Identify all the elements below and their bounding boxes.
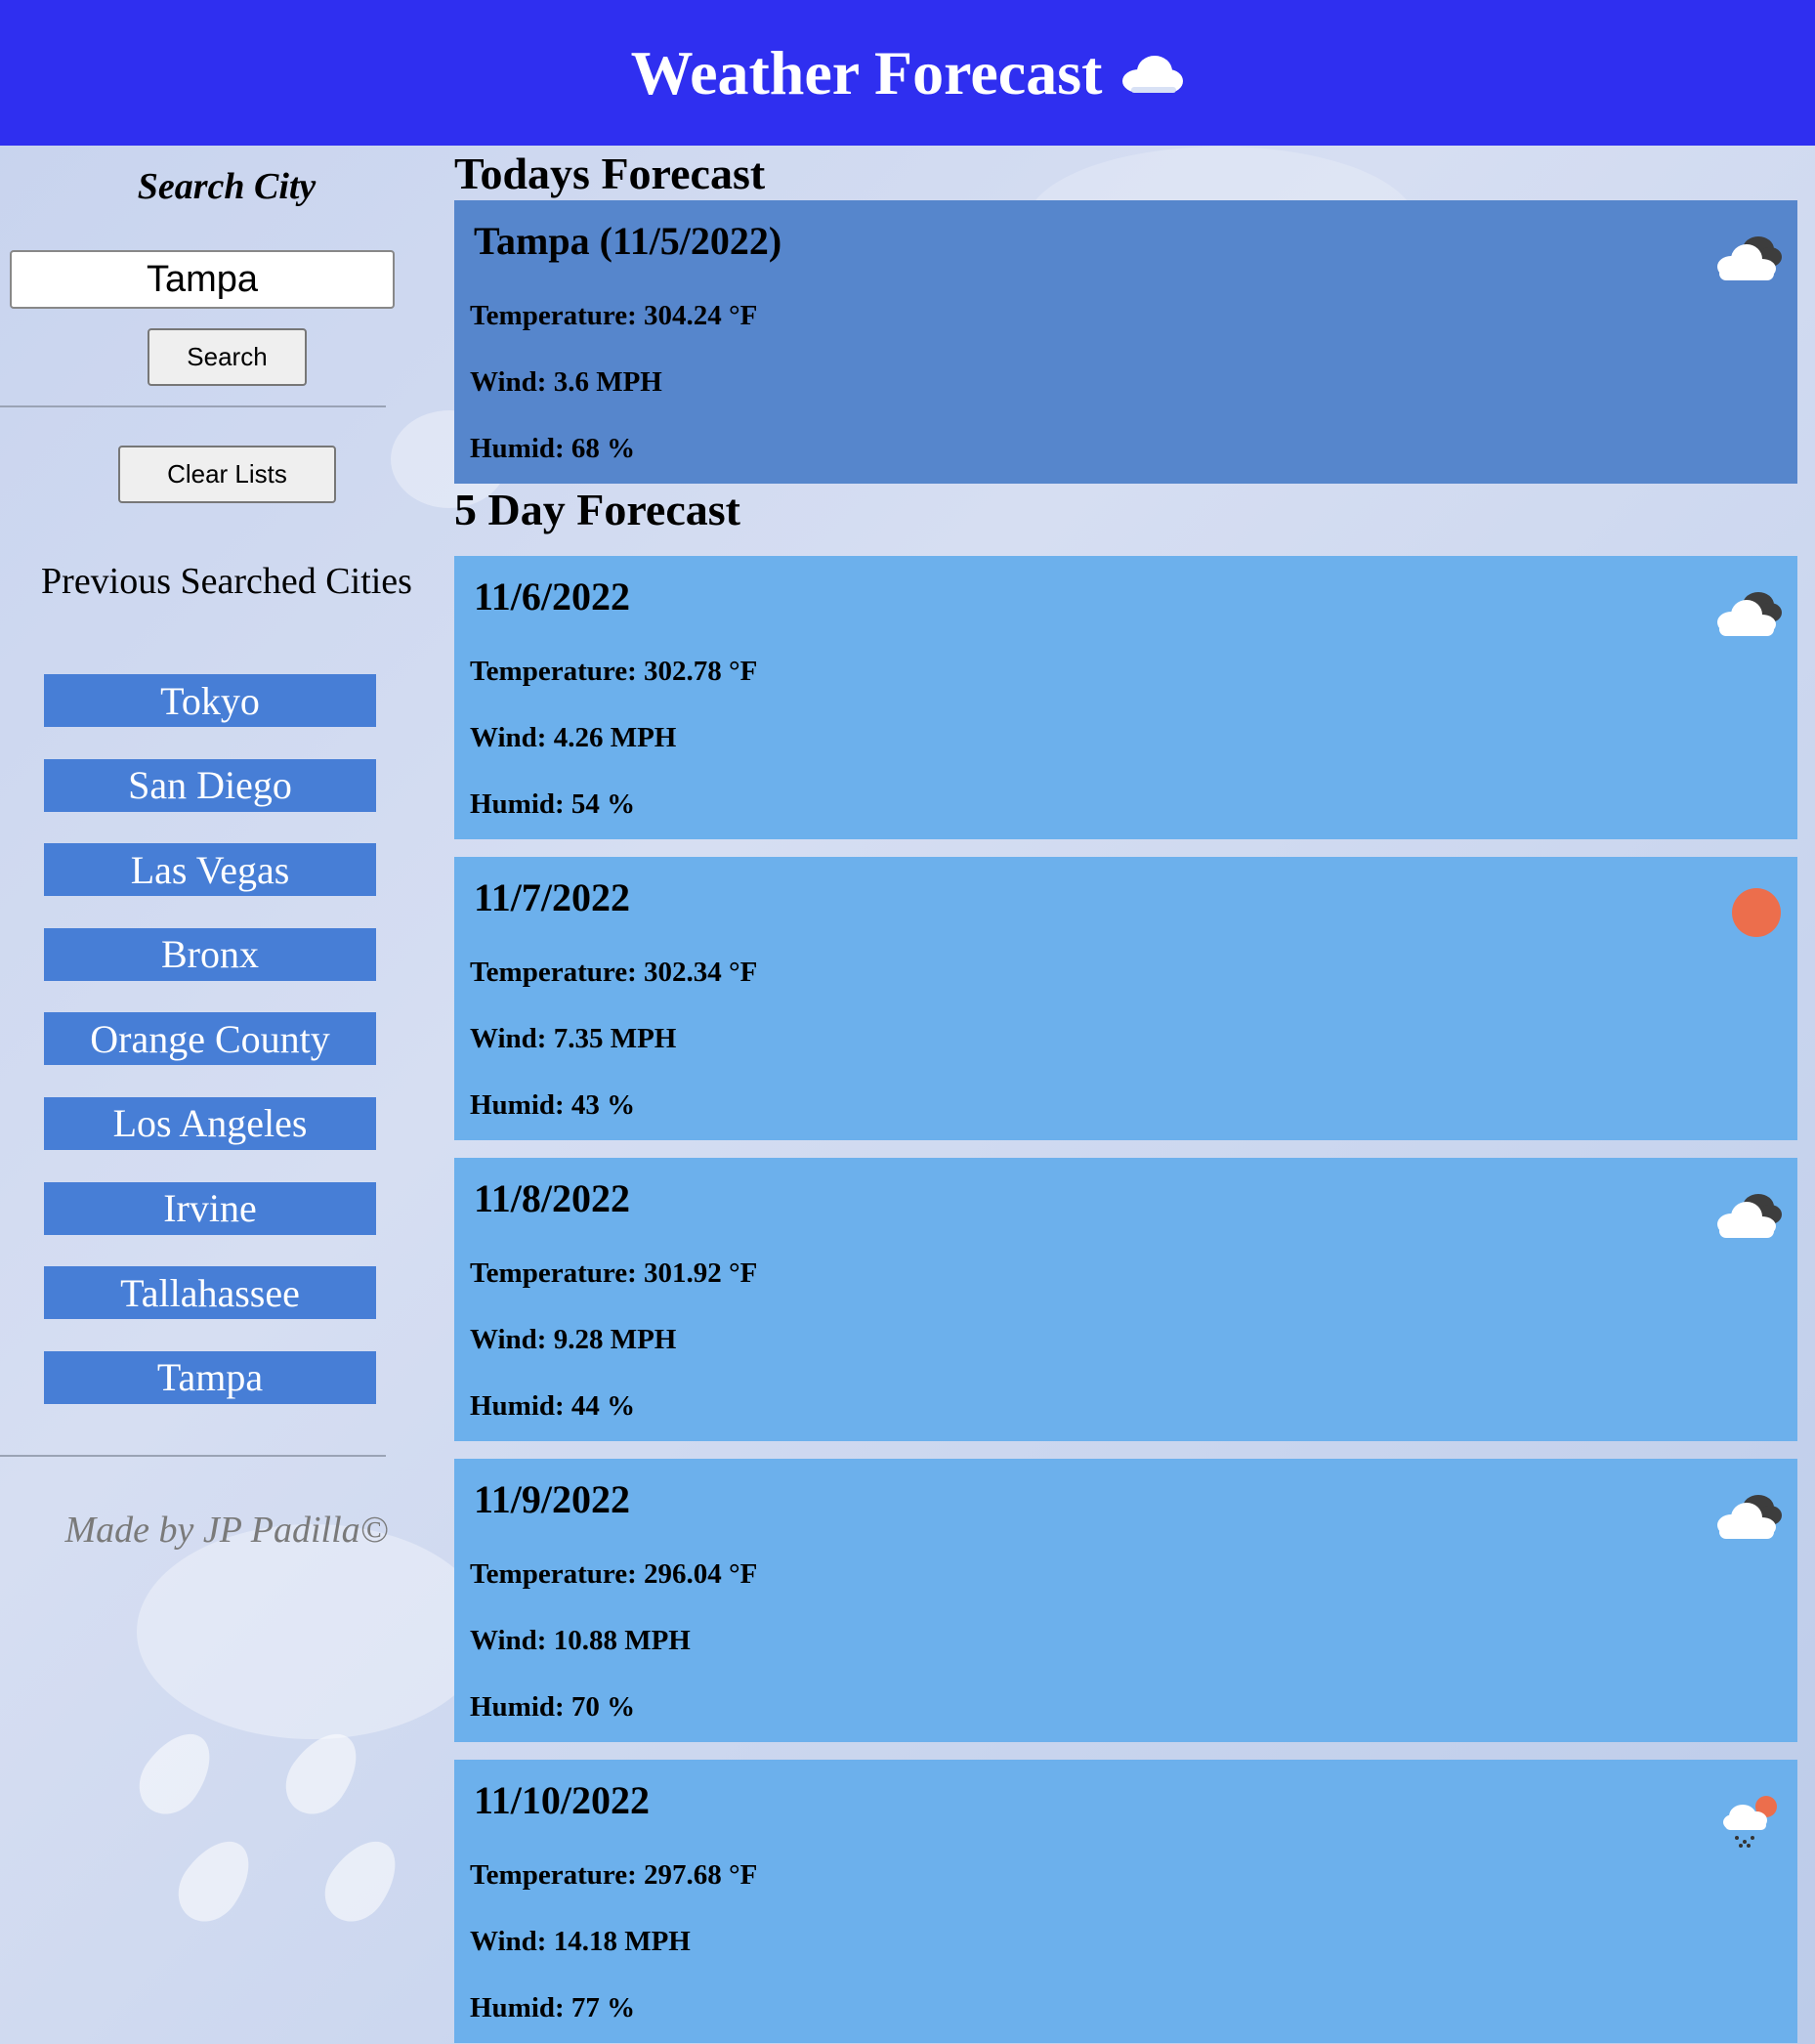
wind-text: Wind: 14.18 MPH (470, 1926, 691, 1957)
humidity-text: Humid: 44 % (470, 1390, 636, 1422)
humidity-text: Humid: 77 % (470, 1992, 636, 2023)
wind-text: Wind: 7.35 MPH (470, 1023, 677, 1054)
humidity-text: Humid: 43 % (470, 1089, 636, 1121)
wind-text: Wind: 4.26 MPH (470, 722, 677, 753)
forecast-day-card: 11/9/2022 Temperature: 296.04 °F Wind: 1… (454, 1459, 1797, 1742)
temperature-text: Temperature: 302.34 °F (470, 957, 758, 988)
forecast-date: 11/10/2022 (474, 1778, 651, 1822)
temperature-text: Temperature: 304.24 °F (470, 300, 758, 331)
divider (0, 1455, 386, 1457)
city-button[interactable]: Orange County (44, 1012, 376, 1066)
city-button[interactable]: Bronx (44, 927, 376, 981)
wind-text: Wind: 10.88 MPH (470, 1625, 691, 1656)
broken-clouds-icon (1708, 1179, 1786, 1248)
page-title: Weather Forecast (630, 37, 1103, 107)
city-button[interactable]: Tokyo (44, 674, 376, 727)
forecast-day-card: 11/10/2022 Temperature: 297.68 °F Wind: … (454, 1760, 1797, 2043)
humidity-text: Humid: 70 % (470, 1691, 636, 1723)
rain-sun-icon (1708, 1781, 1786, 1850)
broken-clouds-icon (1708, 1480, 1786, 1549)
search-heading: Search City (137, 166, 317, 207)
sidebar: Search City Search Clear Lists Previous … (0, 146, 412, 2044)
cloud-icon (1119, 52, 1184, 95)
broken-clouds-icon (1708, 222, 1786, 290)
forecast-content: Todays Forecast Tampa (11/5/2022) Temper… (454, 146, 1815, 2044)
temperature-text: Temperature: 301.92 °F (470, 1257, 758, 1289)
city-button[interactable]: Tampa (44, 1350, 376, 1404)
city-button[interactable]: Las Vegas (44, 843, 376, 897)
city-button[interactable]: Los Angeles (44, 1096, 376, 1150)
city-button[interactable]: San Diego (44, 758, 376, 812)
temperature-text: Temperature: 297.68 °F (470, 1859, 758, 1891)
wind-text: Wind: 3.6 MPH (470, 366, 662, 398)
five-day-forecast-heading: 5 Day Forecast (454, 485, 740, 534)
app-header: Weather Forecast (0, 0, 1815, 146)
forecast-day-card: 11/6/2022 Temperature: 302.78 °F Wind: 4… (454, 556, 1797, 839)
city-button[interactable]: Tallahassee (44, 1266, 376, 1320)
humidity-text: Humid: 68 % (470, 433, 636, 464)
divider (0, 405, 386, 407)
forecast-date: 11/8/2022 (474, 1176, 631, 1220)
search-button[interactable]: Search (148, 328, 307, 386)
forecast-date: 11/6/2022 (474, 575, 631, 618)
forecast-day-card: 11/7/2022 Temperature: 302.34 °F Wind: 7… (454, 857, 1797, 1140)
clear-sun-icon (1708, 878, 1786, 947)
previous-searches-heading: Previous Searched Cities (41, 561, 412, 602)
today-card: Tampa (11/5/2022) Temperature: 304.24 °F… (454, 200, 1797, 484)
search-input[interactable] (10, 250, 395, 309)
forecast-day-card: 11/8/2022 Temperature: 301.92 °F Wind: 9… (454, 1158, 1797, 1441)
forecast-date: 11/9/2022 (474, 1477, 631, 1521)
broken-clouds-icon (1708, 577, 1786, 646)
temperature-text: Temperature: 296.04 °F (470, 1558, 758, 1590)
forecast-date: 11/7/2022 (474, 875, 631, 919)
city-button[interactable]: Irvine (44, 1181, 376, 1235)
wind-text: Wind: 9.28 MPH (470, 1324, 677, 1355)
previous-cities-list: Tokyo San Diego Las Vegas Bronx Orange C… (44, 674, 376, 1435)
today-title: Tampa (11/5/2022) (474, 219, 782, 263)
clear-lists-button[interactable]: Clear Lists (118, 446, 336, 503)
credit-text: Made by JP Padilla© (64, 1510, 389, 1551)
temperature-text: Temperature: 302.78 °F (470, 656, 758, 687)
humidity-text: Humid: 54 % (470, 788, 636, 820)
todays-forecast-heading: Todays Forecast (454, 149, 766, 198)
